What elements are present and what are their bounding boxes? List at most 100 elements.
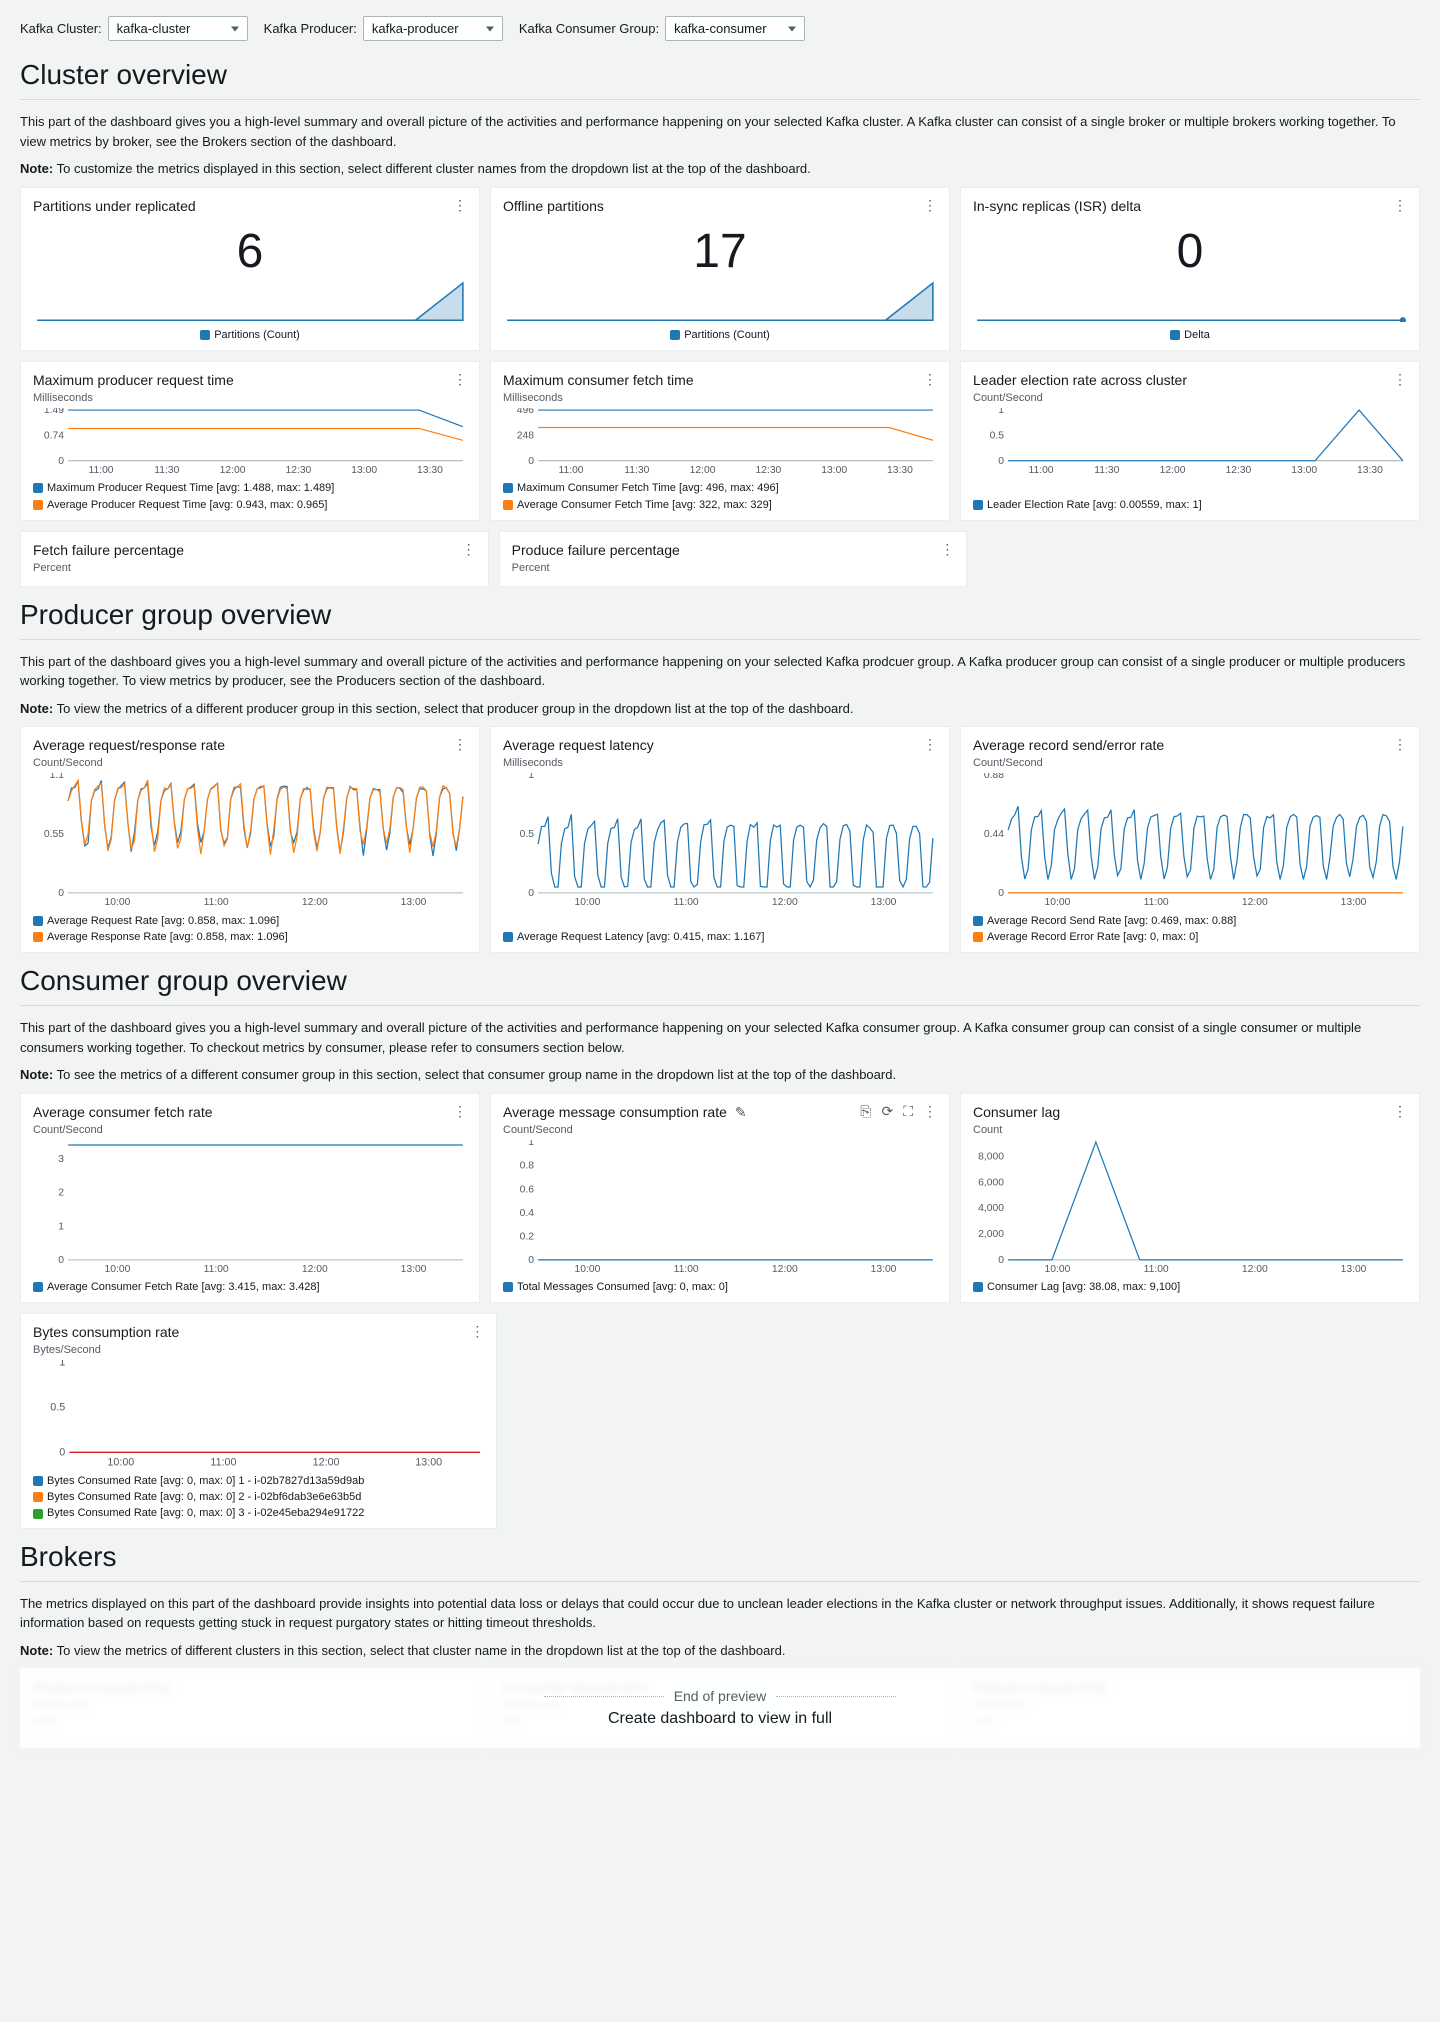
panel-bytes-consumption: Bytes consumption rate⋮ Bytes/Second 00.… [20, 1313, 497, 1528]
more-icon[interactable]: ⋮ [1393, 198, 1407, 212]
edit-icon[interactable]: ✎ [735, 1105, 747, 1119]
divider [20, 99, 1420, 100]
svg-text:13:00: 13:00 [821, 465, 847, 475]
brokers-note: Note: To view the metrics of different c… [20, 1641, 1420, 1661]
svg-text:13:00: 13:00 [351, 465, 377, 475]
more-icon[interactable]: ⋮ [1393, 372, 1407, 386]
panel-leader-election: Leader election rate across cluster⋮ Cou… [960, 361, 1420, 521]
svg-text:0.55: 0.55 [44, 829, 64, 840]
panel-title: In-sync replicas (ISR) delta [973, 198, 1141, 214]
svg-text:11:00: 11:00 [204, 1264, 229, 1274]
svg-text:10:00: 10:00 [105, 898, 131, 908]
copy-icon[interactable]: ⎘ [860, 1104, 871, 1118]
producer-row: Average request/response rate⋮ Count/Sec… [20, 726, 1420, 953]
svg-text:0: 0 [528, 888, 534, 899]
more-icon[interactable]: ⋮ [1393, 737, 1407, 751]
divider [20, 639, 1420, 640]
svg-text:11:00: 11:00 [674, 1264, 699, 1274]
svg-text:0: 0 [58, 888, 64, 899]
svg-text:0.4: 0.4 [520, 1208, 535, 1219]
svg-text:11:00: 11:00 [204, 898, 229, 908]
svg-text:0: 0 [998, 456, 1004, 467]
more-icon[interactable]: ⋮ [923, 372, 937, 386]
svg-text:10:00: 10:00 [1045, 898, 1071, 908]
filter-bar: Kafka Cluster: kafka-cluster Kafka Produ… [20, 10, 1420, 47]
svg-text:11:00: 11:00 [88, 465, 113, 475]
panel-title: Offline partitions [503, 198, 604, 214]
panel-avg-request-latency: Average request latency⋮ Milliseconds 00… [490, 726, 950, 953]
more-icon[interactable]: ⋮ [453, 737, 467, 751]
svg-text:0: 0 [528, 456, 534, 467]
more-icon[interactable]: ⋮ [453, 1104, 467, 1118]
svg-text:13:00: 13:00 [1341, 1264, 1367, 1274]
panel-title: Leader election rate across cluster [973, 372, 1187, 388]
svg-text:12:30: 12:30 [1225, 465, 1251, 475]
consumer-dropdown[interactable]: kafka-consumer [665, 16, 805, 41]
svg-text:0: 0 [58, 1255, 64, 1266]
panel-avg-consumer-fetch: Average consumer fetch rate⋮ Count/Secon… [20, 1093, 480, 1304]
panel-broker-3: Follower request time Millisecond 3.00 [960, 1668, 1420, 1748]
producer-note: Note: To view the metrics of a different… [20, 699, 1420, 719]
more-icon[interactable]: ⋮ [470, 1324, 484, 1338]
panel-offline-partitions: Offline partitions⋮ 17 Partitions (Count… [490, 187, 950, 352]
svg-text:0: 0 [528, 1255, 534, 1266]
more-icon[interactable]: ⋮ [462, 542, 476, 556]
more-icon[interactable]: ⋮ [453, 198, 467, 212]
legend-swatch [200, 330, 210, 340]
svg-text:10:00: 10:00 [105, 1264, 131, 1274]
svg-text:12:30: 12:30 [285, 465, 311, 475]
svg-text:1: 1 [58, 1221, 64, 1232]
svg-text:0.5: 0.5 [50, 1402, 65, 1414]
consumer-note: Note: To see the metrics of a different … [20, 1065, 1420, 1085]
svg-text:11:00: 11:00 [674, 898, 699, 908]
panel-title: Maximum producer request time [33, 372, 234, 388]
more-icon[interactable]: ⋮ [1393, 1104, 1407, 1118]
panel-max-producer-time: Maximum producer request time⋮ Milliseco… [20, 361, 480, 521]
expand-icon[interactable]: ⛶ [903, 1104, 913, 1118]
more-icon[interactable]: ⋮ [453, 372, 467, 386]
more-icon[interactable]: ⋮ [923, 1104, 937, 1118]
svg-text:10:00: 10:00 [575, 898, 601, 908]
svg-text:11:30: 11:30 [624, 465, 649, 475]
panel-title: Produce failure percentage [512, 542, 680, 558]
svg-text:1.1: 1.1 [50, 773, 65, 781]
svg-text:2,000: 2,000 [978, 1229, 1004, 1240]
legend-swatch [1170, 330, 1180, 340]
panel-avg-msg-consumption: Average message consumption rate✎ ⎘ ⟳ ⛶ … [490, 1093, 950, 1304]
svg-text:0.6: 0.6 [520, 1184, 535, 1195]
divider [20, 1005, 1420, 1006]
cluster-row-3: Fetch failure percentage⋮ Percent Produc… [20, 531, 1420, 587]
svg-text:11:30: 11:30 [154, 465, 179, 475]
svg-text:10:00: 10:00 [107, 1457, 134, 1468]
svg-text:1: 1 [59, 1360, 65, 1368]
svg-text:1: 1 [528, 773, 534, 781]
preview-overlay-wrap: Producer request time Millisecond 3.00 C… [20, 1668, 1420, 1748]
svg-text:2: 2 [58, 1187, 64, 1198]
svg-text:1.49: 1.49 [44, 408, 64, 416]
producer-dropdown[interactable]: kafka-producer [363, 16, 503, 41]
legend-swatch [670, 330, 680, 340]
svg-text:13:30: 13:30 [417, 465, 443, 475]
refresh-icon[interactable]: ⟳ [881, 1104, 893, 1118]
consumer-row-1: Average consumer fetch rate⋮ Count/Secon… [20, 1093, 1420, 1304]
more-icon[interactable]: ⋮ [923, 737, 937, 751]
svg-text:13:00: 13:00 [1341, 898, 1367, 908]
producer-label: Kafka Producer: [264, 21, 357, 36]
more-icon[interactable]: ⋮ [940, 542, 954, 556]
svg-text:13:00: 13:00 [401, 1264, 427, 1274]
svg-text:11:00: 11:00 [210, 1457, 236, 1468]
svg-text:12:00: 12:00 [1242, 1264, 1268, 1274]
svg-text:11:00: 11:00 [1144, 1264, 1169, 1274]
svg-text:0.2: 0.2 [520, 1231, 535, 1242]
divider [20, 1581, 1420, 1582]
more-icon[interactable]: ⋮ [923, 198, 937, 212]
big-number: 0 [973, 224, 1407, 279]
panel-broker-2: Consumer request time Millisecond 500 [490, 1668, 950, 1748]
panel-max-consumer-time: Maximum consumer fetch time⋮ Millisecond… [490, 361, 950, 521]
panel-produce-failure: Produce failure percentage⋮ Percent [499, 531, 968, 587]
section-title-cluster: Cluster overview [20, 59, 1420, 91]
cluster-dropdown[interactable]: kafka-cluster [108, 16, 248, 41]
svg-text:13:00: 13:00 [871, 898, 897, 908]
big-number: 17 [503, 224, 937, 279]
svg-text:11:00: 11:00 [1144, 898, 1169, 908]
